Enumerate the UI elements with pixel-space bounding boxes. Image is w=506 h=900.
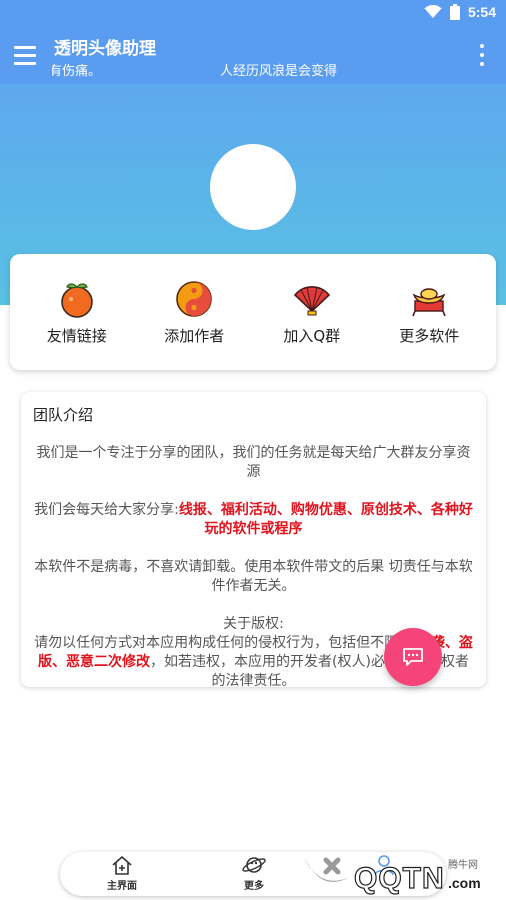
quick-link-label: 加入Q群 xyxy=(283,326,341,345)
quick-link-friends[interactable]: 友情链接 xyxy=(22,279,132,346)
svg-text:QQTN: QQTN xyxy=(354,862,445,895)
home-icon xyxy=(112,856,132,875)
quick-link-label: 友情链接 xyxy=(46,326,107,345)
team-highlight: 线报、福利活动、购物优惠、原创技术、各种好玩的软件或程序 xyxy=(178,502,473,537)
more-options-button[interactable] xyxy=(478,44,486,66)
app-title: 透明头像助理 xyxy=(54,39,156,59)
team-paragraph: 我们会每天给大家分享:线报、福利活动、购物优惠、原创技术、各种好玩的软件或程序 xyxy=(33,501,474,539)
wifi-icon xyxy=(424,5,442,18)
gold-ingot-icon xyxy=(412,287,446,316)
watermark-logo: QQTN .com 腾牛网 xyxy=(296,846,506,900)
quick-link-add-author[interactable]: 添加作者 xyxy=(139,279,249,346)
quick-link-label: 更多软件 xyxy=(399,326,460,345)
more-dot xyxy=(480,44,484,48)
quick-link-more-software[interactable]: 更多软件 xyxy=(374,279,484,346)
qqtn-logo: QQTN .com xyxy=(304,857,481,896)
menu-icon-line xyxy=(14,53,36,57)
nav-home[interactable]: 主界面 xyxy=(90,854,154,894)
yin-yang-icon xyxy=(176,280,213,317)
app-bar: 透明头像助理 有伤痛。 人经历风浪是会变得 xyxy=(0,28,506,84)
fan-icon xyxy=(293,285,330,315)
quick-link-label: 添加作者 xyxy=(164,326,225,345)
svg-text:.com: .com xyxy=(448,875,481,891)
orange-icon xyxy=(60,282,93,318)
planet-icon xyxy=(242,857,266,873)
nav-more[interactable]: 更多 xyxy=(222,854,286,894)
team-text: 请勿以任何方式对本应用构成任何的侵权行为，包括但不限于: xyxy=(34,635,417,651)
copyright-heading: 关于版权: xyxy=(223,616,284,632)
chat-fab-button[interactable] xyxy=(384,628,442,686)
quick-link-join-group[interactable]: 加入Q群 xyxy=(257,279,367,346)
nav-label: 主界面 xyxy=(107,881,137,892)
more-dot xyxy=(480,62,484,66)
menu-icon-line xyxy=(14,61,36,65)
status-icons: 5:54 xyxy=(424,4,496,20)
chat-icon xyxy=(403,648,423,666)
team-paragraph: 我们是一个专注于分享的团队，我们的任务就是每天给广大群友分享资源 xyxy=(36,445,471,480)
status-time: 5:54 xyxy=(467,4,496,20)
more-dot xyxy=(480,53,484,57)
marquee-text: 有伤痛。 人经历风浪是会变得 xyxy=(52,60,452,78)
status-bar: 5:54 xyxy=(0,0,506,28)
marquee-right: 人经历风浪是会变得 xyxy=(220,64,338,78)
team-text: 我们会每天给大家分享: xyxy=(34,502,179,518)
menu-button[interactable] xyxy=(14,42,42,68)
menu-icon-line xyxy=(14,45,36,49)
quick-links-card: 友情链接 添加作者 加入Q群 更多软件 xyxy=(10,254,496,370)
watermark-text: 腾牛网 xyxy=(448,860,478,871)
marquee-left: 有伤痛。 xyxy=(52,64,102,78)
avatar[interactable] xyxy=(210,144,296,230)
team-paragraph: 本软件不是病毒，不喜欢请卸载。使用本软件带文的后果 切责任与本软件作者无关。 xyxy=(34,559,473,594)
team-intro-title: 团队介绍 xyxy=(33,406,94,424)
nav-label: 更多 xyxy=(244,881,264,892)
battery-icon xyxy=(449,4,460,20)
